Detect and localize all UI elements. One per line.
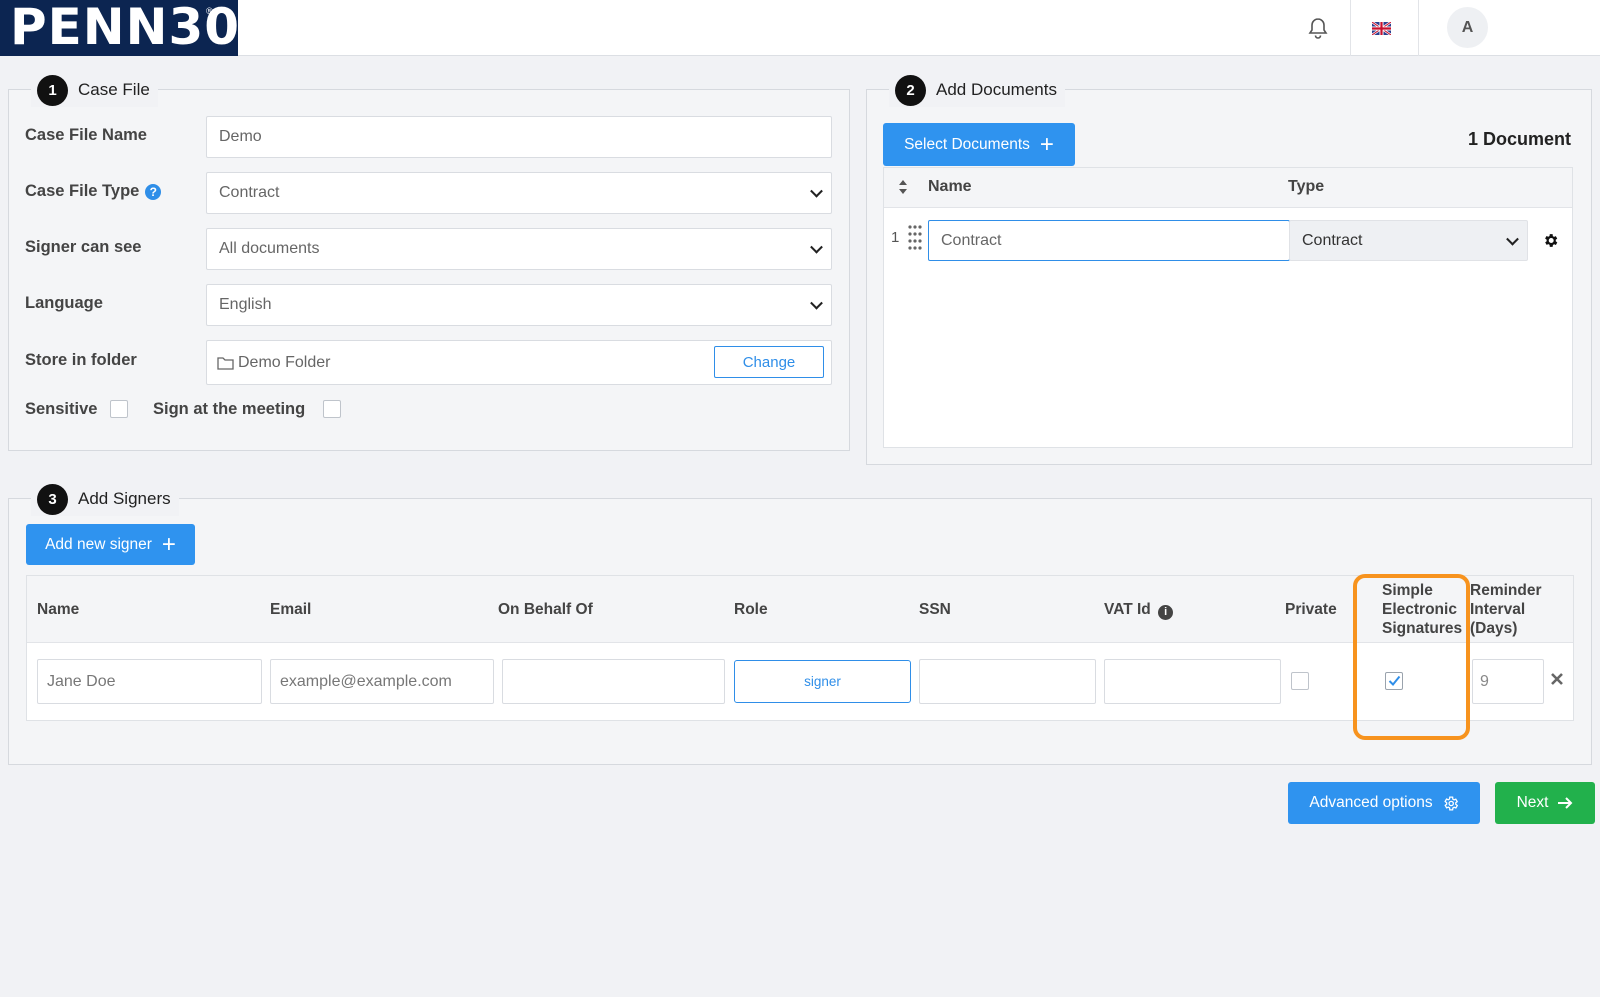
bell-icon[interactable] xyxy=(1300,0,1336,56)
col-on-behalf-of: On Behalf Of xyxy=(498,601,593,618)
case-file-type-value: Contract xyxy=(219,184,280,201)
documents-table-header: Name Type xyxy=(884,168,1572,208)
reminder-header-line: Reminder xyxy=(1470,582,1542,599)
signer-reminder-value: 9 xyxy=(1480,672,1489,690)
documents-table: Name Type 1 Contract Contract xyxy=(883,167,1573,448)
add-new-signer-button[interactable]: Add new signer + xyxy=(26,524,195,565)
advanced-options-button[interactable]: Advanced options xyxy=(1288,782,1480,824)
reminder-header-line: Interval xyxy=(1470,601,1526,618)
sign-at-meeting-checkbox[interactable] xyxy=(323,400,341,418)
chevron-down-icon xyxy=(1506,232,1519,246)
header-divider xyxy=(1418,0,1419,56)
select-documents-label: Select Documents xyxy=(904,135,1030,153)
col-ssn: SSN xyxy=(919,601,951,618)
doc-col-name: Name xyxy=(928,178,972,195)
document-type-select[interactable]: Contract xyxy=(1289,220,1528,261)
signer-private-checkbox[interactable] xyxy=(1291,672,1309,690)
next-button[interactable]: Next xyxy=(1495,782,1595,824)
case-file-legend: 1 Case File xyxy=(31,73,158,107)
penneo-logo[interactable]: PENN30 ® xyxy=(0,0,239,56)
folder-value: Demo Folder xyxy=(238,353,331,371)
case-file-type-label: Case File Type? xyxy=(25,182,162,201)
signers-table: Name Email On Behalf Of Role SSN VAT Id … xyxy=(26,575,1574,721)
col-private: Private xyxy=(1285,601,1337,618)
sensitive-label: Sensitive xyxy=(25,400,98,418)
documents-title: Add Documents xyxy=(936,80,1057,99)
logo-registered-mark: ® xyxy=(206,6,213,16)
step-badge: 2 xyxy=(895,74,926,106)
col-vat-id: VAT Id i xyxy=(1104,600,1174,620)
ses-column-highlight xyxy=(1353,574,1470,740)
signer-ssn-input[interactable] xyxy=(919,659,1096,704)
step-badge: 3 xyxy=(37,483,68,515)
document-index: 1 xyxy=(891,229,900,246)
col-reminder-interval: Reminder Interval (Days) xyxy=(1470,581,1542,638)
case-file-name-input[interactable]: Demo xyxy=(206,116,832,158)
sign-at-meeting-label: Sign at the meeting xyxy=(153,400,306,418)
case-file-type-text: Case File Type xyxy=(25,182,140,200)
case-file-type-select[interactable]: Contract xyxy=(206,172,832,214)
document-type-value: Contract xyxy=(1302,231,1363,249)
signer-role-value: signer xyxy=(804,674,841,689)
next-label: Next xyxy=(1516,794,1549,811)
sensitive-checkbox[interactable] xyxy=(110,400,128,418)
chevron-down-icon xyxy=(810,184,823,198)
language-value: English xyxy=(219,296,272,313)
info-icon[interactable]: i xyxy=(1158,605,1174,620)
header-divider xyxy=(1350,0,1351,56)
language-label: Language xyxy=(25,294,103,312)
signers-table-header: Name Email On Behalf Of Role SSN VAT Id … xyxy=(27,576,1573,643)
folder-icon xyxy=(217,356,234,370)
gear-icon xyxy=(1442,795,1459,812)
drag-handle-icon[interactable] xyxy=(908,224,922,257)
case-file-name-label: Case File Name xyxy=(25,126,147,144)
signer-vat-input[interactable] xyxy=(1104,659,1281,704)
chevron-down-icon xyxy=(810,240,823,254)
signer-can-see-select[interactable]: All documents xyxy=(206,228,832,270)
case-file-panel: 1 Case File Case File Name Demo Case Fil… xyxy=(8,73,850,451)
col-email: Email xyxy=(270,601,312,618)
doc-col-type: Type xyxy=(1288,178,1325,195)
user-avatar[interactable]: A xyxy=(1447,7,1488,48)
store-in-folder-label: Store in folder xyxy=(25,351,137,369)
step-badge: 1 xyxy=(37,74,68,106)
change-folder-button[interactable]: Change xyxy=(714,346,824,378)
top-bar: PENN30 ® A xyxy=(0,0,1600,56)
add-new-signer-label: Add new signer xyxy=(45,535,152,553)
arrow-right-icon xyxy=(1557,796,1573,810)
document-count: 1 Document xyxy=(1468,129,1572,149)
plus-icon: + xyxy=(1039,130,1054,158)
signer-name-placeholder: Jane Doe xyxy=(47,672,116,690)
case-file-name-value: Demo xyxy=(219,128,262,145)
col-vat-id-text: VAT Id xyxy=(1104,601,1151,618)
documents-legend: 2 Add Documents xyxy=(889,73,1065,107)
col-name: Name xyxy=(37,601,80,618)
signer-can-see-value: All documents xyxy=(219,240,320,257)
advanced-options-label: Advanced options xyxy=(1309,794,1433,811)
signer-name-input[interactable]: Jane Doe xyxy=(37,659,262,704)
signer-can-see-label: Signer can see xyxy=(25,238,142,256)
chevron-down-icon xyxy=(810,296,823,310)
col-role: Role xyxy=(734,601,768,618)
signer-email-placeholder: example@example.com xyxy=(280,672,452,690)
reminder-header-line: (Days) xyxy=(1470,620,1518,637)
plus-icon: + xyxy=(161,530,176,558)
case-file-title: Case File xyxy=(78,80,150,99)
language-select[interactable]: English xyxy=(206,284,832,326)
signer-on-behalf-of-input[interactable] xyxy=(502,659,725,704)
close-icon[interactable] xyxy=(1550,672,1564,691)
help-icon[interactable]: ? xyxy=(145,183,162,200)
sort-icon[interactable] xyxy=(898,179,908,200)
uk-flag-icon[interactable] xyxy=(1366,0,1396,56)
signers-legend: 3 Add Signers xyxy=(31,482,179,516)
select-documents-button[interactable]: Select Documents + xyxy=(883,123,1075,166)
gear-icon[interactable] xyxy=(1542,232,1559,254)
signers-title: Add Signers xyxy=(78,489,171,508)
document-name-input[interactable]: Contract xyxy=(928,220,1290,261)
signer-role-button[interactable]: signer xyxy=(734,660,911,703)
document-name-value: Contract xyxy=(941,231,1002,249)
signer-reminder-input[interactable]: 9 xyxy=(1472,659,1544,704)
signer-email-input[interactable]: example@example.com xyxy=(270,659,494,704)
